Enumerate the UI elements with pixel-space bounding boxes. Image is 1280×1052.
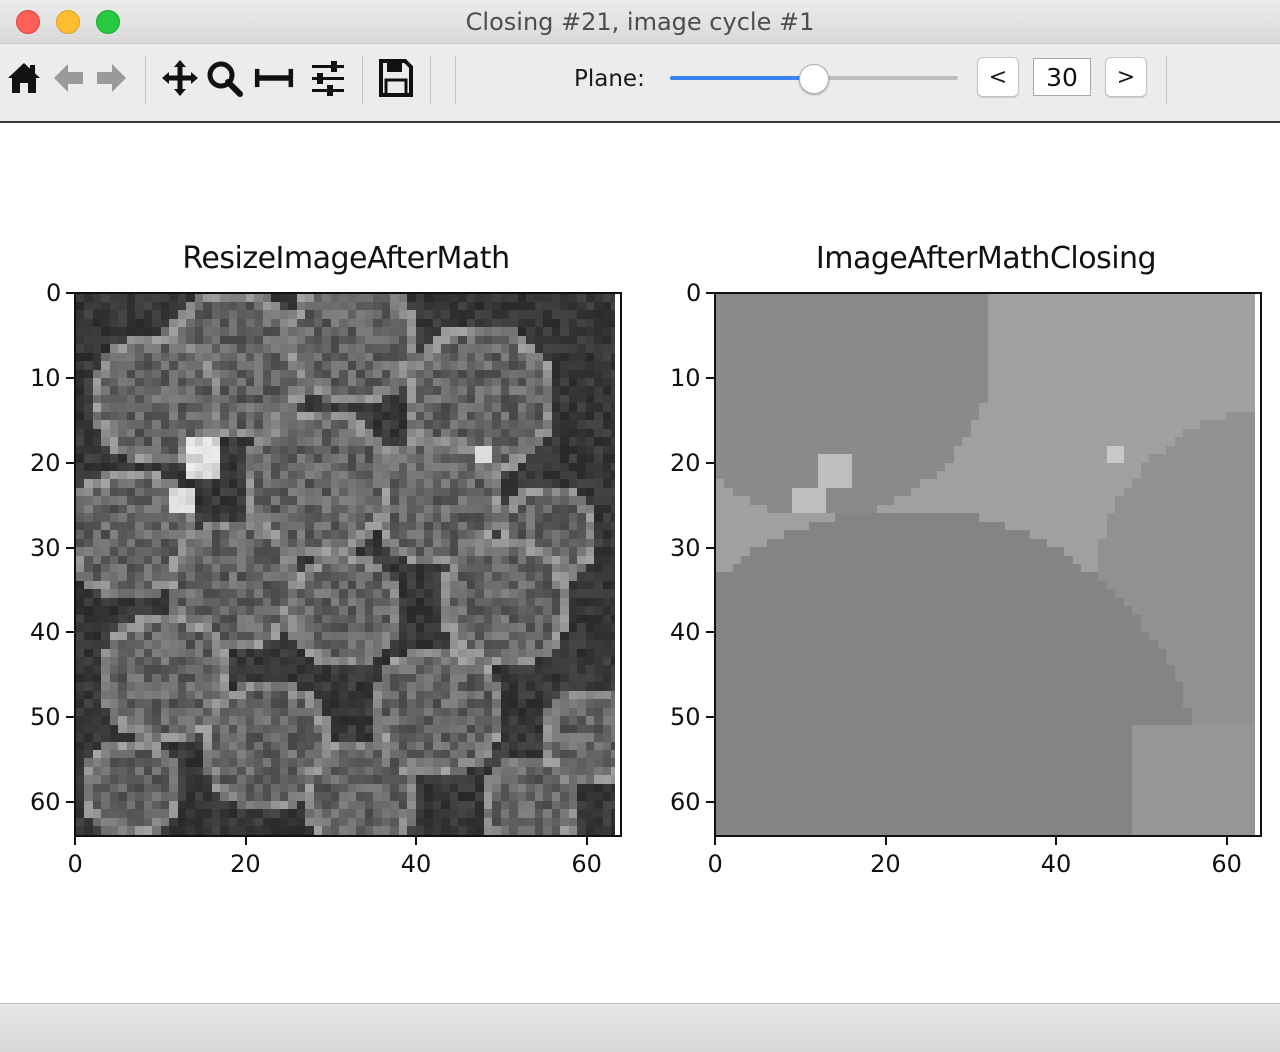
save-icon	[379, 59, 413, 97]
forward-button[interactable]	[92, 58, 132, 98]
y-tick-label: 50	[30, 703, 61, 732]
save-button[interactable]	[376, 58, 416, 98]
x-tick-label: 40	[400, 850, 432, 878]
y-tick-mark	[66, 631, 74, 634]
y-tick-label: 40	[30, 618, 61, 647]
y-tick-label: 30	[670, 533, 701, 562]
y-tick-mark	[66, 716, 74, 719]
left-image-panel[interactable]	[74, 292, 622, 837]
y-tick-mark	[706, 292, 714, 294]
y-tick-mark	[706, 546, 714, 549]
x-tick-label: 60	[1211, 850, 1242, 878]
zoom-icon	[207, 61, 243, 97]
status-bar	[0, 1003, 1280, 1052]
x-tick-mark	[714, 837, 716, 845]
y-tick-mark	[66, 292, 74, 294]
y-tick-mark	[706, 376, 714, 379]
toolbar-separator	[455, 56, 456, 104]
next-plane-button[interactable]: >	[1105, 57, 1147, 97]
right-panel-title: ImageAfterMathClosing	[815, 241, 1157, 276]
toolbar-separator	[145, 56, 146, 104]
slider-thumb[interactable]	[799, 64, 829, 94]
y-tick-mark	[66, 376, 74, 379]
x-tick-label: 20	[230, 850, 261, 878]
toolbar-separator	[1166, 56, 1167, 104]
y-tick-mark	[706, 716, 714, 719]
plane-number-field[interactable]: 30	[1033, 58, 1091, 96]
toolbar-separator	[362, 56, 363, 104]
x-tick-mark	[415, 837, 418, 845]
y-tick-label: 60	[30, 788, 61, 817]
x-tick-label: 20	[870, 850, 901, 878]
x-tick-mark	[585, 837, 588, 845]
pan-button[interactable]	[160, 58, 200, 98]
home-icon	[8, 63, 40, 93]
y-tick-label: 50	[670, 703, 701, 732]
subplots-icon	[254, 68, 294, 88]
y-tick-mark	[66, 546, 74, 549]
title-bar: Closing #21, image cycle #1	[0, 0, 1280, 44]
forward-arrow-icon	[97, 64, 126, 92]
x-tick-mark	[1055, 837, 1058, 845]
zoom-button[interactable]	[204, 58, 244, 98]
y-tick-label: 20	[670, 448, 701, 477]
y-tick-mark	[706, 801, 714, 804]
x-tick-mark	[1225, 837, 1228, 845]
y-tick-label: 10	[670, 363, 701, 392]
plane-label: Plane:	[574, 66, 645, 92]
plane-slider[interactable]	[670, 64, 958, 94]
y-tick-mark	[706, 631, 714, 634]
y-tick-label: 20	[30, 448, 61, 477]
right-image-panel[interactable]	[714, 292, 1262, 837]
x-tick-label: 0	[67, 850, 83, 878]
configure-icon	[312, 61, 344, 96]
right-image	[716, 294, 1260, 835]
left-image	[76, 294, 620, 835]
toolbar: Plane: < 30 >	[0, 44, 1280, 123]
toolbar-separator	[430, 56, 431, 104]
window-title: Closing #21, image cycle #1	[465, 8, 815, 36]
x-tick-label: 60	[571, 850, 602, 878]
y-tick-label: 0	[686, 279, 702, 307]
y-tick-mark	[706, 461, 714, 464]
y-tick-label: 10	[30, 363, 61, 392]
configure-button[interactable]	[308, 58, 348, 98]
x-tick-mark	[74, 837, 76, 845]
previous-plane-button[interactable]: <	[977, 57, 1019, 97]
slider-fill	[670, 76, 814, 80]
x-tick-mark	[884, 837, 887, 845]
back-button[interactable]	[48, 58, 88, 98]
x-tick-mark	[244, 837, 247, 845]
home-button[interactable]	[4, 58, 44, 98]
left-panel-title: ResizeImageAfterMath	[182, 241, 510, 276]
y-tick-mark	[66, 461, 74, 464]
y-tick-mark	[66, 801, 74, 804]
y-tick-label: 60	[670, 788, 701, 817]
x-tick-label: 40	[1040, 850, 1072, 878]
figure-canvas: ResizeImageAfterMath ImageAfterMathClosi…	[0, 123, 1280, 1003]
y-tick-label: 30	[30, 533, 61, 562]
y-tick-label: 40	[670, 618, 701, 647]
y-tick-label: 0	[46, 279, 62, 307]
pan-icon	[162, 60, 198, 96]
back-arrow-icon	[54, 64, 83, 92]
subplots-button[interactable]	[254, 58, 294, 98]
x-tick-label: 0	[707, 850, 723, 878]
